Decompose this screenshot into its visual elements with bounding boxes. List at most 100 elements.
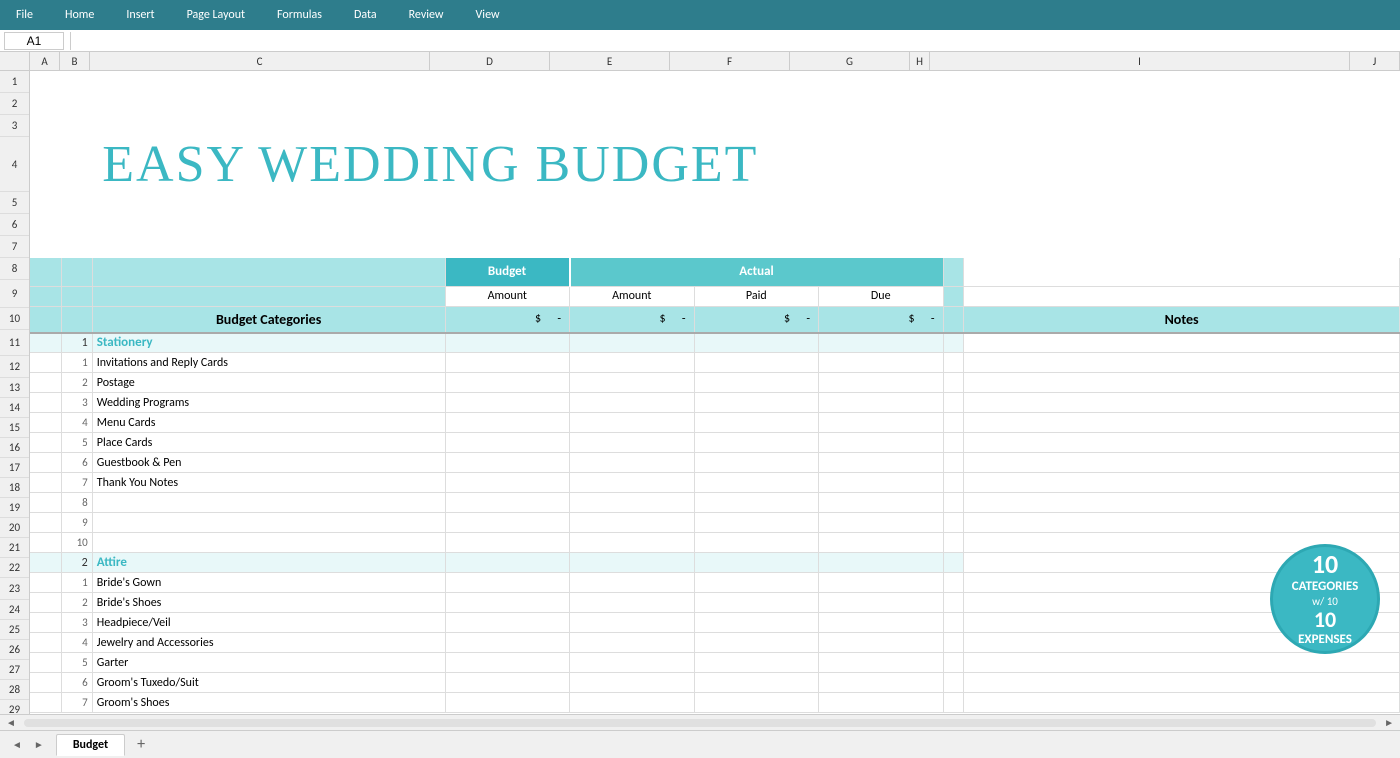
col-header-d[interactable]: D <box>430 52 550 70</box>
item2-5-g[interactable] <box>819 653 944 673</box>
ribbon-page-layout[interactable]: Page Layout <box>179 6 253 24</box>
item1-2-d[interactable] <box>445 373 570 393</box>
name-box[interactable] <box>4 32 64 50</box>
row-num-12[interactable]: 12 <box>0 356 29 378</box>
cat2-e[interactable] <box>570 553 695 573</box>
item1-9-f[interactable] <box>694 513 819 533</box>
sheet-tab-budget[interactable]: Budget <box>56 734 125 756</box>
cell-3a[interactable] <box>30 115 61 137</box>
row-num-22[interactable]: 22 <box>0 558 29 578</box>
item1-3-g[interactable] <box>819 393 944 413</box>
item2-6-e[interactable] <box>570 673 695 693</box>
row-num-26[interactable]: 26 <box>0 640 29 660</box>
row-num-20[interactable]: 20 <box>0 518 29 538</box>
row-num-5[interactable]: 5 <box>0 192 29 214</box>
item2-5-notes[interactable] <box>964 653 1400 673</box>
row-num-1[interactable]: 1 <box>0 71 29 93</box>
item2-1-d[interactable] <box>445 573 570 593</box>
item1-3-d[interactable] <box>445 393 570 413</box>
item1-6-g[interactable] <box>819 453 944 473</box>
item2-3-f[interactable] <box>694 613 819 633</box>
row-num-2[interactable]: 2 <box>0 93 29 115</box>
item2-3-e[interactable] <box>570 613 695 633</box>
item2-2-e[interactable] <box>570 593 695 613</box>
row-num-16[interactable]: 16 <box>0 438 29 458</box>
ribbon-home[interactable]: Home <box>57 6 102 24</box>
item1-4-e[interactable] <box>570 413 695 433</box>
item1-7-notes[interactable] <box>964 473 1400 493</box>
item2-3-d[interactable] <box>445 613 570 633</box>
item1-6-d[interactable] <box>445 453 570 473</box>
cat2-d[interactable] <box>445 553 570 573</box>
scroll-track[interactable] <box>24 719 1376 727</box>
row-num-27[interactable]: 27 <box>0 660 29 680</box>
item2-2-d[interactable] <box>445 593 570 613</box>
col-header-j[interactable]: J <box>1350 52 1400 70</box>
item2-7-f[interactable] <box>694 693 819 713</box>
ribbon-insert[interactable]: Insert <box>118 6 162 24</box>
item2-4-g[interactable] <box>819 633 944 653</box>
cell-2b[interactable] <box>61 93 92 115</box>
row-num-7[interactable]: 7 <box>0 236 29 258</box>
ribbon-view[interactable]: View <box>468 6 508 24</box>
item1-7-e[interactable] <box>570 473 695 493</box>
cell-1c[interactable] <box>92 71 445 93</box>
item1-6-notes[interactable] <box>964 453 1400 473</box>
item2-6-f[interactable] <box>694 673 819 693</box>
horizontal-scrollbar[interactable]: ◄ ► <box>0 714 1400 730</box>
item1-7-g[interactable] <box>819 473 944 493</box>
item1-8-f[interactable] <box>694 493 819 513</box>
item2-1-e[interactable] <box>570 573 695 593</box>
row-num-10[interactable]: 10 <box>0 308 29 330</box>
row-num-29[interactable]: 29 <box>0 700 29 714</box>
item1-1-g[interactable] <box>819 353 944 373</box>
item1-8-g[interactable] <box>819 493 944 513</box>
row-num-15[interactable]: 15 <box>0 418 29 438</box>
cell-1f[interactable] <box>694 71 819 93</box>
item1-2-f[interactable] <box>694 373 819 393</box>
item2-2-f[interactable] <box>694 593 819 613</box>
cat2-g[interactable] <box>819 553 944 573</box>
item1-2-notes[interactable] <box>964 373 1400 393</box>
row-num-24[interactable]: 24 <box>0 600 29 620</box>
cell-6a[interactable] <box>30 192 61 214</box>
cell-1g[interactable] <box>819 71 944 93</box>
item1-1-notes[interactable] <box>964 353 1400 373</box>
cat2-f[interactable] <box>694 553 819 573</box>
tab-scroll-left[interactable]: ◄ <box>8 738 26 751</box>
sheet-tab-add[interactable]: + <box>129 732 153 757</box>
ribbon-file[interactable]: File <box>8 6 41 24</box>
ribbon-data[interactable]: Data <box>346 6 385 24</box>
item1-6-f[interactable] <box>694 453 819 473</box>
cell-1h[interactable] <box>943 71 964 93</box>
item2-7-notes[interactable] <box>964 693 1400 713</box>
item1-10-f[interactable] <box>694 533 819 553</box>
item1-4-g[interactable] <box>819 413 944 433</box>
item1-10-e[interactable] <box>570 533 695 553</box>
item2-7-g[interactable] <box>819 693 944 713</box>
item1-5-notes[interactable] <box>964 433 1400 453</box>
item1-5-f[interactable] <box>694 433 819 453</box>
cat1-notes[interactable] <box>964 333 1400 353</box>
row-num-28[interactable]: 28 <box>0 680 29 700</box>
item2-1-g[interactable] <box>819 573 944 593</box>
item1-8-d[interactable] <box>445 493 570 513</box>
cell-2c[interactable] <box>92 93 445 115</box>
col-header-g[interactable]: G <box>790 52 910 70</box>
item1-1-e[interactable] <box>570 353 695 373</box>
cell-1a[interactable] <box>30 71 61 93</box>
item1-10-g[interactable] <box>819 533 944 553</box>
item1-4-notes[interactable] <box>964 413 1400 433</box>
item2-7-e[interactable] <box>570 693 695 713</box>
row-num-23[interactable]: 23 <box>0 578 29 600</box>
item1-3-e[interactable] <box>570 393 695 413</box>
cell-1d[interactable] <box>445 71 570 93</box>
row-num-4[interactable]: 4 <box>0 137 29 192</box>
item1-1-d[interactable] <box>445 353 570 373</box>
col-header-b[interactable]: B <box>60 52 90 70</box>
item2-5-f[interactable] <box>694 653 819 673</box>
cat1-d[interactable] <box>445 333 570 353</box>
ribbon-formulas[interactable]: Formulas <box>269 6 330 24</box>
item1-1-f[interactable] <box>694 353 819 373</box>
cell-1i[interactable] <box>964 71 1400 93</box>
